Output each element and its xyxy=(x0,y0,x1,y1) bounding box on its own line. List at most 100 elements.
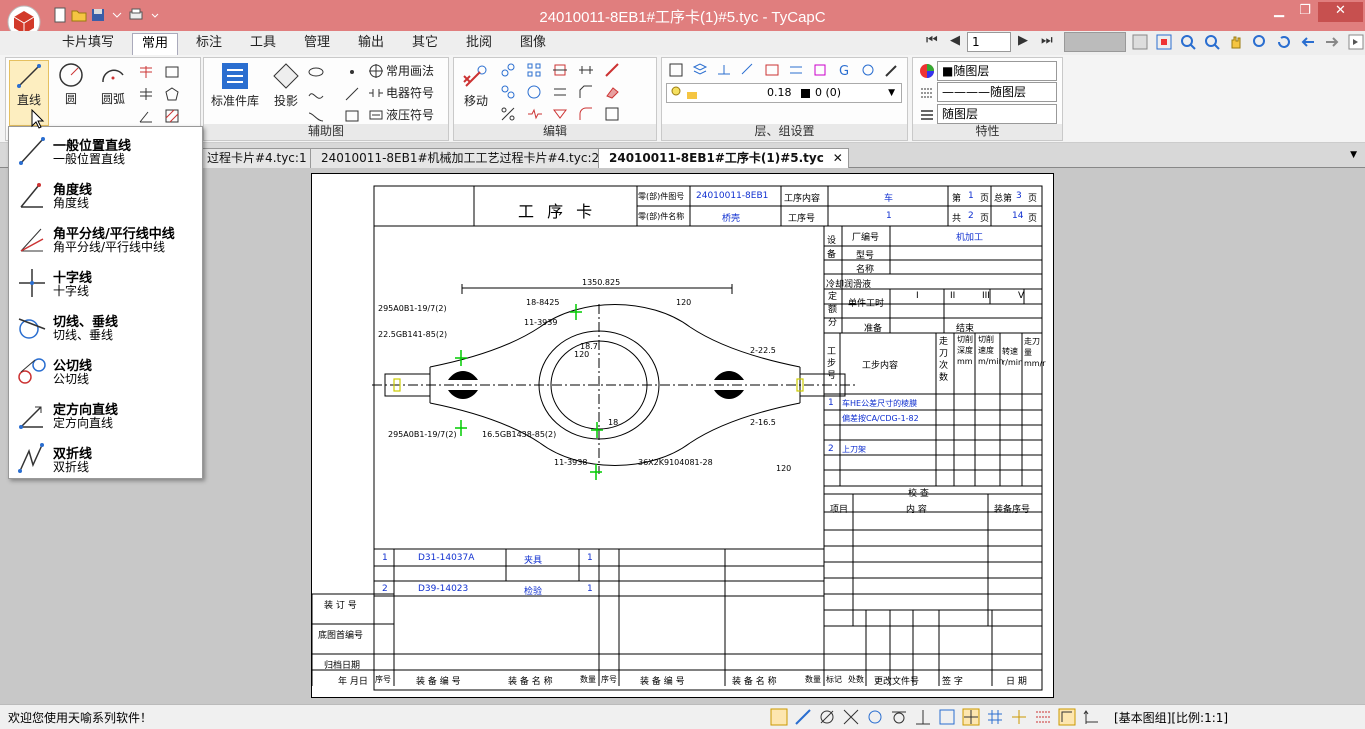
layer-stack-icon[interactable] xyxy=(692,62,708,78)
snap-quadrant-icon[interactable] xyxy=(866,708,884,726)
prev-page-icon[interactable]: ◀ xyxy=(950,33,960,48)
snap-tangent-icon[interactable] xyxy=(890,708,908,726)
wave-line-icon[interactable] xyxy=(308,108,324,124)
pick-layer-icon[interactable] xyxy=(884,62,900,78)
snap-nearest-icon[interactable] xyxy=(938,708,956,726)
spline-icon[interactable] xyxy=(308,86,324,102)
refresh-icon[interactable] xyxy=(1276,34,1292,53)
snap-intersection-icon[interactable] xyxy=(842,708,860,726)
zoom-dynamic-icon[interactable] xyxy=(1252,34,1268,53)
array-icon[interactable] xyxy=(526,62,542,78)
layer-delete-icon[interactable] xyxy=(764,62,780,78)
copy-icon[interactable] xyxy=(500,62,516,78)
tab-list-chevron-icon[interactable]: ▼ xyxy=(1350,150,1357,160)
layer-edit-icon[interactable] xyxy=(740,62,756,78)
close-tab-icon[interactable]: ✕ xyxy=(833,149,843,167)
layer-manager-icon[interactable] xyxy=(668,62,684,78)
table-line-icon[interactable] xyxy=(138,64,154,80)
rectangle-icon[interactable] xyxy=(164,64,180,80)
group-settings-icon[interactable] xyxy=(860,62,876,78)
menu-item-common-tangent[interactable]: 公切线 公切线 xyxy=(9,349,202,393)
zoom-out-icon[interactable] xyxy=(1204,34,1220,53)
doc-tab-process-card[interactable]: 过程卡片#4.tyc:1 xyxy=(196,148,318,168)
menu-item-tangent-line[interactable]: 切线、垂线 切线、垂线 xyxy=(9,305,202,349)
menu-item-cross-line[interactable]: 十字线 十字线 xyxy=(9,261,202,305)
dynamic-input-icon[interactable] xyxy=(1058,708,1076,726)
layer-up-icon[interactable] xyxy=(716,62,732,78)
mirror-icon[interactable] xyxy=(500,84,516,100)
ortho-icon[interactable] xyxy=(962,708,980,726)
snap-center-icon[interactable] xyxy=(818,708,836,726)
tab-image[interactable]: 图像 xyxy=(510,33,556,55)
menu-item-double-break-line[interactable]: 双折线 双折线 xyxy=(9,437,202,481)
rotate-icon[interactable] xyxy=(526,84,542,100)
parallel-line-icon[interactable] xyxy=(138,86,154,102)
circle-button[interactable]: 圆 xyxy=(52,60,90,126)
chamfer-icon[interactable] xyxy=(578,84,594,100)
layer-status-field[interactable]: 0.18 0 (0) ▼ xyxy=(666,83,902,103)
expand-ribbon-icon[interactable] xyxy=(1348,34,1364,53)
zoom-in-icon[interactable] xyxy=(1180,34,1196,53)
first-page-icon[interactable]: ⏮ xyxy=(926,33,938,48)
forward-arrow-icon[interactable] xyxy=(1324,34,1340,53)
tab-output[interactable]: 输出 xyxy=(348,33,394,55)
menu-item-general-line[interactable]: 一般位置直线 一般位置直线 xyxy=(9,129,202,173)
hydraulic-symbol-button[interactable]: 液压符号 xyxy=(368,106,434,123)
angle-icon[interactable] xyxy=(138,108,154,124)
doc-tab-operation-card[interactable]: 24010011-8EB1#工序卡(1)#5.tyc ✕ xyxy=(598,148,849,168)
polygon-icon[interactable] xyxy=(164,86,180,102)
tab-tools[interactable]: 工具 xyxy=(240,33,286,55)
restore-button[interactable]: ❐ xyxy=(1292,2,1318,22)
doc-tab-machining-card[interactable]: 24010011-8EB1#机械加工工艺过程卡片#4.tyc:2 xyxy=(310,148,611,168)
tab-other[interactable]: 其它 xyxy=(402,33,448,55)
tracking-icon[interactable] xyxy=(1082,708,1100,726)
stretch-icon[interactable] xyxy=(578,62,594,78)
arc-button[interactable]: 圆弧 xyxy=(94,60,132,126)
point-icon[interactable] xyxy=(344,64,360,80)
snap-endpoint-icon[interactable] xyxy=(794,708,812,726)
drawing-canvas[interactable]: 工 序 卡 零(部)件图号 24010011-8EB1 零(部)件名称 桥壳 工… xyxy=(0,168,1365,704)
snap-perpendicular-icon[interactable] xyxy=(914,708,932,726)
break-icon[interactable] xyxy=(526,106,542,122)
explode-icon[interactable] xyxy=(552,106,568,122)
tab-manage[interactable]: 管理 xyxy=(294,33,340,55)
zoom-all-icon[interactable] xyxy=(1156,34,1172,53)
group-icon[interactable] xyxy=(604,106,620,122)
page-number-field[interactable]: 1 xyxy=(967,32,1011,52)
minimize-button[interactable]: ▁ xyxy=(1266,2,1292,22)
ellipse-icon[interactable] xyxy=(308,64,324,80)
pan-hand-icon[interactable] xyxy=(1228,34,1244,53)
layer-filter-icon[interactable] xyxy=(812,62,828,78)
move-button[interactable]: 移动 xyxy=(458,60,494,122)
menu-item-direction-line[interactable]: 定方向直线 定方向直线 xyxy=(9,393,202,437)
trim-icon[interactable] xyxy=(552,62,568,78)
snap-grid-icon[interactable] xyxy=(770,708,788,726)
erase-icon[interactable] xyxy=(604,84,620,100)
polyline-icon[interactable] xyxy=(344,86,360,102)
tab-card-fill[interactable]: 卡片填写 xyxy=(54,33,122,55)
offset-icon[interactable] xyxy=(552,84,568,100)
tab-common[interactable]: 常用 xyxy=(132,33,178,55)
tab-annotate[interactable]: 标注 xyxy=(186,33,232,55)
group-manager-icon[interactable]: G xyxy=(836,62,852,78)
standard-parts-button[interactable]: 标准件库 xyxy=(206,60,264,122)
hatch-icon[interactable] xyxy=(164,108,180,124)
projection-button[interactable]: 投影 xyxy=(266,60,306,122)
fillet-icon[interactable] xyxy=(578,106,594,122)
extend-icon[interactable] xyxy=(604,62,620,78)
polar-icon[interactable] xyxy=(1010,708,1028,726)
layer-merge-icon[interactable] xyxy=(788,62,804,78)
image-insert-icon[interactable] xyxy=(344,108,360,124)
back-arrow-icon[interactable] xyxy=(1300,34,1316,53)
linewidth-select[interactable]: 随图层 xyxy=(937,104,1057,124)
tab-review[interactable]: 批阅 xyxy=(456,33,502,55)
menu-item-angle-line[interactable]: 角度线 角度线 xyxy=(9,173,202,217)
scale-icon[interactable] xyxy=(500,106,516,122)
zoom-window-icon[interactable] xyxy=(1132,34,1148,53)
linetype-select[interactable]: ————随图层 xyxy=(937,82,1057,102)
electrical-symbol-button[interactable]: 电器符号 xyxy=(368,84,434,101)
next-page-icon[interactable]: ▶ xyxy=(1018,33,1028,48)
color-select[interactable]: ■随图层 xyxy=(937,61,1057,81)
last-page-icon[interactable]: ⏭ xyxy=(1041,33,1053,48)
menu-item-bisector-line[interactable]: 角平分线/平行线中线 角平分线/平行线中线 xyxy=(9,217,202,261)
